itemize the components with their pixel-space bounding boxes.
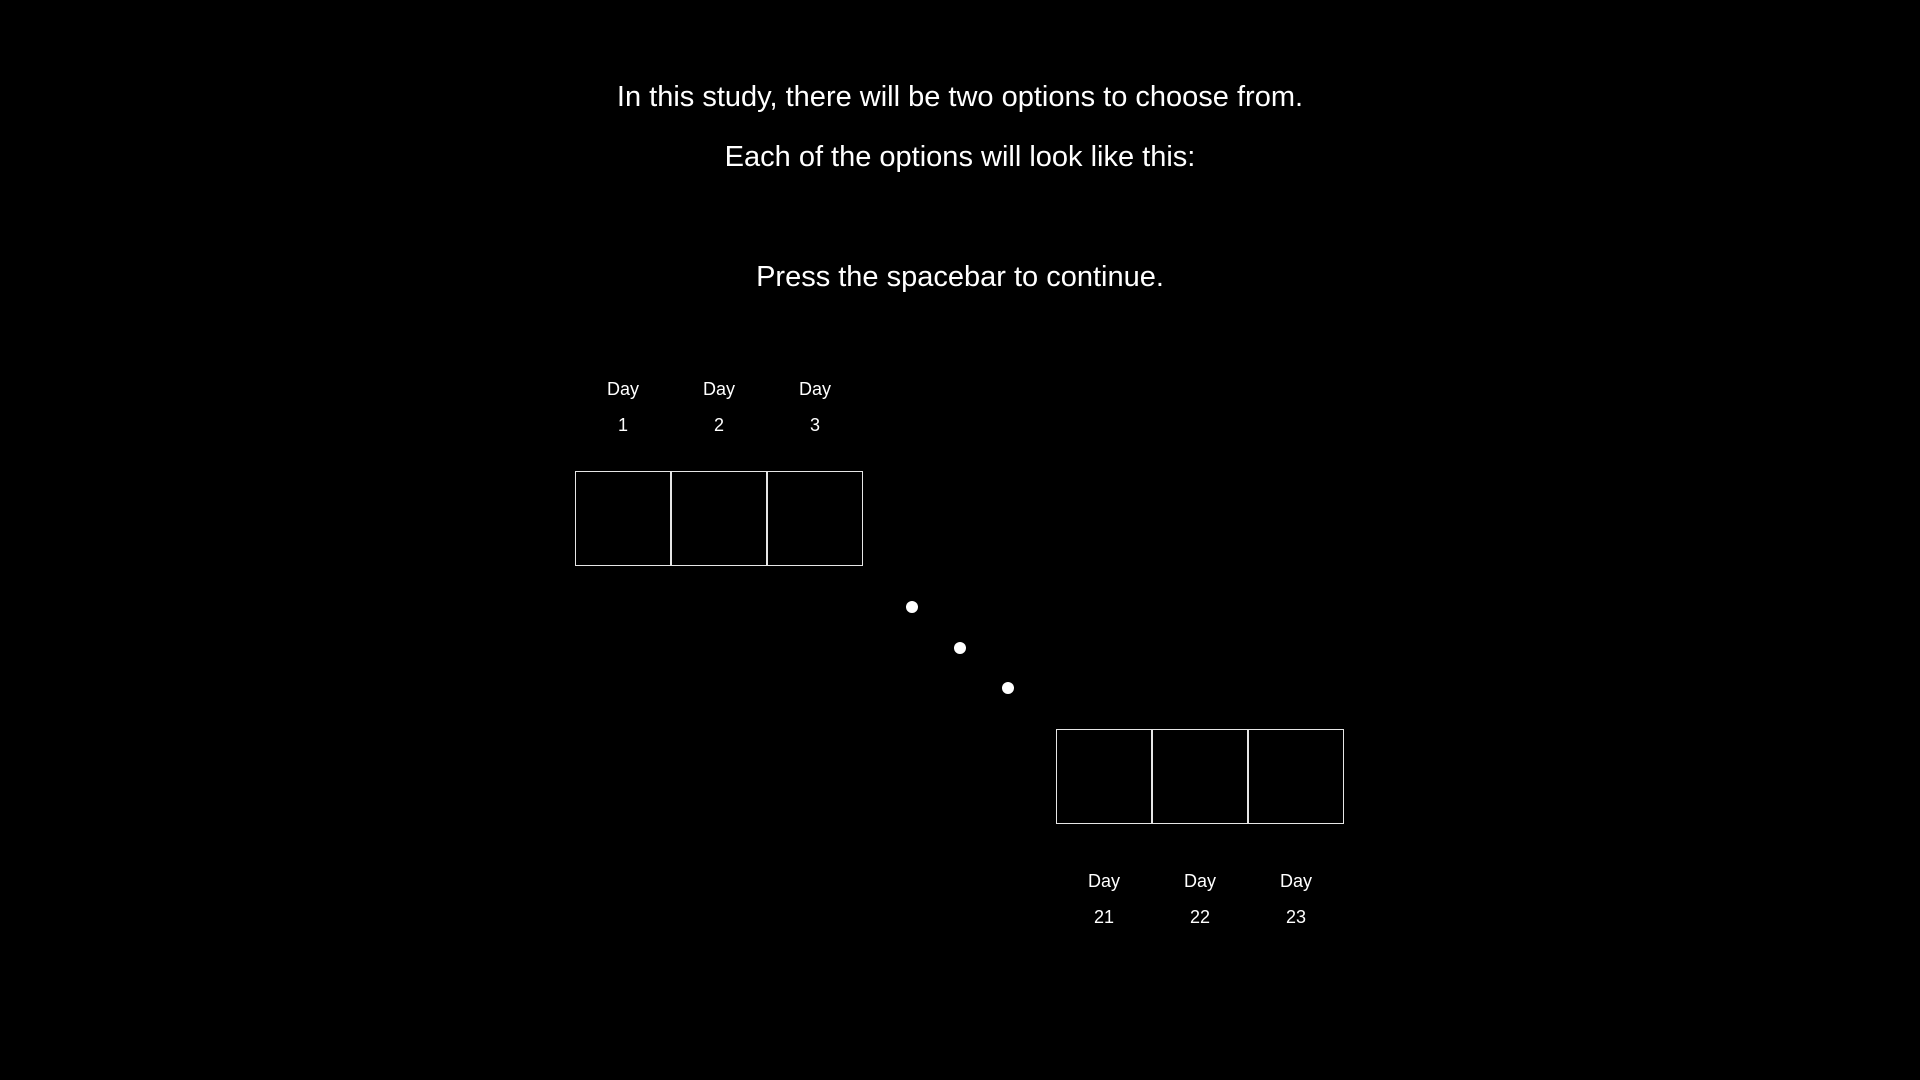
day-word: Day bbox=[702, 379, 735, 399]
day-label-top-1: Day 1 bbox=[575, 371, 671, 443]
day-number: 1 bbox=[617, 415, 628, 435]
option-bottom-day-22-box bbox=[1152, 729, 1248, 824]
option-bottom-day-21-box bbox=[1056, 729, 1152, 824]
day-number: 3 bbox=[809, 415, 820, 435]
option-top-day-2-box bbox=[671, 471, 767, 566]
day-number: 21 bbox=[1093, 907, 1115, 927]
instruction-line-1: In this study, there will be two options… bbox=[616, 81, 1304, 113]
day-label-bottom-22: Day 22 bbox=[1152, 863, 1248, 935]
option-bottom-day-23-box bbox=[1248, 729, 1344, 824]
ellipsis-dot-3 bbox=[1002, 682, 1014, 694]
day-label-top-2: Day 2 bbox=[671, 371, 767, 443]
day-number: 22 bbox=[1189, 907, 1211, 927]
instruction-line-2: Each of the options will look like this: bbox=[724, 141, 1196, 173]
continue-prompt: Press the spacebar to continue. bbox=[756, 261, 1164, 293]
day-label-top-3: Day 3 bbox=[767, 371, 863, 443]
option-top-day-1-box bbox=[575, 471, 671, 566]
ellipsis-dot-2 bbox=[954, 642, 966, 654]
day-number: 23 bbox=[1285, 907, 1307, 927]
ellipsis-dot-1 bbox=[906, 601, 918, 613]
day-word: Day bbox=[798, 379, 831, 399]
day-word: Day bbox=[606, 379, 639, 399]
option-top-day-3-box bbox=[767, 471, 863, 566]
day-label-bottom-21: Day 21 bbox=[1056, 863, 1152, 935]
day-number: 2 bbox=[713, 415, 724, 435]
day-word: Day bbox=[1183, 871, 1216, 891]
day-word: Day bbox=[1279, 871, 1312, 891]
day-label-bottom-23: Day 23 bbox=[1248, 863, 1344, 935]
day-word: Day bbox=[1087, 871, 1120, 891]
